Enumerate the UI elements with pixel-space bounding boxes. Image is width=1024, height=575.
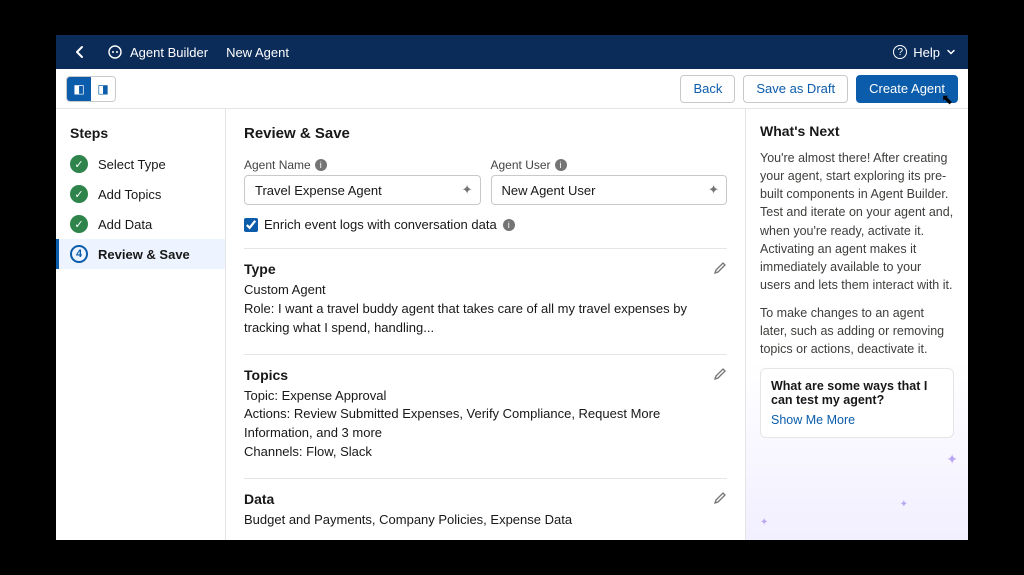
sparkle-icon[interactable]: ✦ [462, 182, 473, 198]
step-label: Select Type [98, 157, 166, 172]
tip-question: What are some ways that I can test my ag… [771, 379, 943, 407]
data-value: Budget and Payments, Company Policies, E… [244, 511, 727, 530]
page-title: Review & Save [244, 125, 727, 142]
info-icon[interactable]: i [555, 159, 567, 171]
info-icon[interactable]: i [503, 219, 515, 231]
panel-right-icon[interactable]: ◨ [91, 77, 115, 101]
main-panel: Review & Save Agent Name i ✦ [226, 109, 746, 540]
show-me-more-link[interactable]: Show Me More [771, 413, 855, 427]
back-button[interactable]: Back [680, 75, 735, 103]
agent-name-input[interactable] [244, 175, 481, 205]
bot-icon [106, 43, 124, 61]
topics-topic: Topic: Expense Approval [244, 387, 727, 406]
sparkle-icon: ✦ [760, 517, 768, 528]
edit-icon[interactable] [713, 367, 727, 386]
step-add-topics[interactable]: ✓ Add Topics [56, 179, 225, 209]
edit-icon[interactable] [713, 491, 727, 510]
agent-user-input[interactable] [491, 175, 728, 205]
chevron-down-icon [946, 45, 956, 60]
step-number: 4 [70, 245, 88, 263]
sparkle-icon: ✦ [946, 451, 958, 468]
steps-heading: Steps [56, 125, 225, 149]
tip-card: What are some ways that I can test my ag… [760, 368, 954, 438]
whats-next-panel: What's Next You're almost there! After c… [746, 109, 968, 540]
type-role: Role: I want a travel buddy agent that t… [244, 300, 727, 338]
agent-name-label: Agent Name i [244, 158, 481, 172]
step-select-type[interactable]: ✓ Select Type [56, 149, 225, 179]
top-navbar: Agent Builder New Agent ? Help [56, 35, 968, 69]
help-menu[interactable]: ? Help [893, 45, 956, 60]
step-label: Add Data [98, 217, 152, 232]
agent-user-label: Agent User i [491, 158, 728, 172]
help-label: Help [913, 45, 940, 60]
step-add-data[interactable]: ✓ Add Data [56, 209, 225, 239]
enrich-checkbox[interactable] [244, 218, 258, 232]
type-value: Custom Agent [244, 281, 727, 300]
create-agent-button[interactable]: Create Agent ⬉ [856, 75, 958, 103]
sparkle-icon: ✦ [900, 499, 908, 510]
save-draft-button[interactable]: Save as Draft [743, 75, 848, 103]
info-icon[interactable]: i [315, 159, 327, 171]
breadcrumb-current: New Agent [226, 45, 289, 60]
view-toggle[interactable]: ◧ ◨ [66, 76, 116, 102]
back-arrow-icon[interactable] [68, 40, 92, 64]
step-label: Add Topics [98, 187, 161, 202]
type-section: Type Custom Agent Role: I want a travel … [244, 248, 727, 338]
data-heading: Data [244, 491, 727, 507]
topics-section: Topics Topic: Expense Approval Actions: … [244, 354, 727, 462]
panel-left-icon[interactable]: ◧ [67, 77, 91, 101]
edit-icon[interactable] [713, 261, 727, 280]
type-heading: Type [244, 261, 727, 277]
topics-actions: Actions: Review Submitted Expenses, Veri… [244, 405, 727, 443]
topics-heading: Topics [244, 367, 727, 383]
check-icon: ✓ [70, 155, 88, 173]
whats-next-p2: To make changes to an agent later, such … [760, 304, 954, 358]
data-section: Data Budget and Payments, Company Polici… [244, 478, 727, 530]
step-review-save[interactable]: 4 Review & Save [56, 239, 225, 269]
toolbar: ◧ ◨ Back Save as Draft Create Agent ⬉ [56, 69, 968, 109]
sparkle-icon[interactable]: ✦ [708, 182, 719, 198]
topics-channels: Channels: Flow, Slack [244, 443, 727, 462]
check-icon: ✓ [70, 215, 88, 233]
whats-next-heading: What's Next [760, 123, 954, 139]
enrich-label: Enrich event logs with conversation data [264, 217, 497, 232]
app-name[interactable]: Agent Builder [130, 45, 208, 60]
whats-next-p1: You're almost there! After creating your… [760, 149, 954, 294]
help-icon: ? [893, 45, 907, 59]
step-label: Review & Save [98, 247, 190, 262]
steps-sidebar: Steps ✓ Select Type ✓ Add Topics ✓ Add D… [56, 109, 226, 540]
check-icon: ✓ [70, 185, 88, 203]
